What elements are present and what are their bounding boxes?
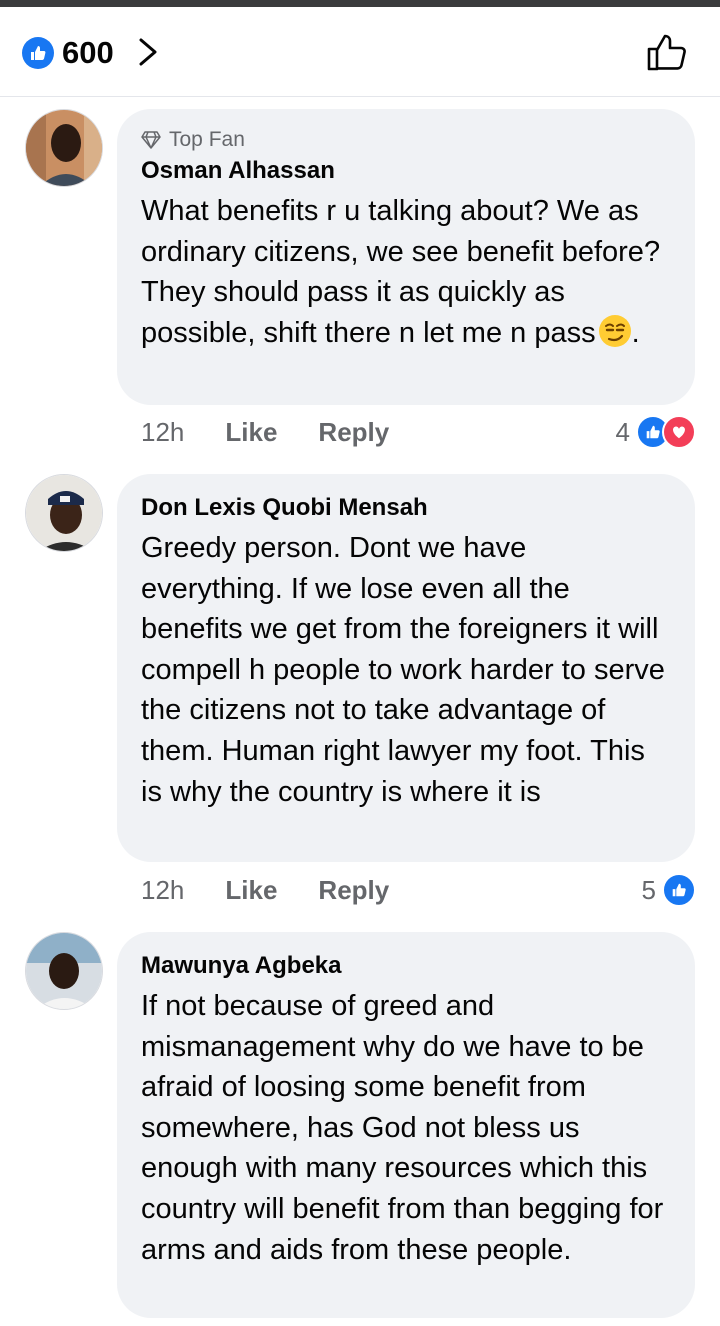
avatar[interactable] bbox=[25, 932, 103, 1010]
comment-author[interactable]: Osman Alhassan bbox=[141, 155, 671, 187]
smirking-face-emoji-icon bbox=[598, 314, 631, 347]
comment-bubble: Top Fan Osman Alhassan What benefits r u… bbox=[117, 109, 695, 405]
comment-time[interactable]: 12h bbox=[141, 875, 184, 906]
diamond-icon bbox=[141, 131, 161, 149]
comment-author[interactable]: Mawunya Agbeka bbox=[141, 950, 671, 982]
reaction-count: 4 bbox=[615, 416, 630, 447]
reply-button[interactable]: Reply bbox=[318, 875, 389, 906]
top-fan-badge[interactable]: Top Fan bbox=[141, 127, 671, 153]
comment-actions: 12h Like Reply bbox=[141, 870, 389, 910]
like-button[interactable]: Like bbox=[225, 875, 277, 906]
love-reaction-icon bbox=[662, 415, 696, 449]
comment-bubble: Don Lexis Quobi Mensah Greedy person. Do… bbox=[117, 474, 695, 862]
comment-time[interactable]: 12h bbox=[141, 417, 184, 448]
reply-button[interactable]: Reply bbox=[318, 417, 389, 448]
chevron-right-icon[interactable] bbox=[135, 37, 161, 67]
comment-actions: 12h Like Reply bbox=[141, 412, 389, 452]
comment-text: What benefits r u talking about? We as o… bbox=[141, 195, 661, 349]
comment-reactions[interactable]: 5 bbox=[642, 870, 696, 910]
badge-label: Top Fan bbox=[169, 128, 245, 151]
comment-bubble: Mawunya Agbeka If not because of greed a… bbox=[117, 932, 695, 1318]
like-reaction-icon bbox=[662, 873, 696, 907]
comment-reactions[interactable]: 4 bbox=[616, 412, 696, 452]
reaction-count[interactable]: 600 bbox=[62, 35, 114, 71]
reaction-count: 5 bbox=[641, 874, 656, 905]
status-strip bbox=[0, 0, 720, 7]
thumbs-up-outline-icon[interactable] bbox=[646, 32, 688, 72]
comment-text: If not because of greed and mismanagemen… bbox=[141, 990, 664, 1266]
reactions-header: 600 bbox=[0, 7, 720, 97]
like-button[interactable]: Like bbox=[225, 417, 277, 448]
avatar[interactable] bbox=[25, 474, 103, 552]
like-reaction-icon[interactable] bbox=[22, 37, 54, 69]
comment-text: Greedy person. Dont we have everything. … bbox=[141, 532, 665, 808]
avatar[interactable] bbox=[25, 109, 103, 187]
comment-author[interactable]: Don Lexis Quobi Mensah bbox=[141, 492, 671, 524]
